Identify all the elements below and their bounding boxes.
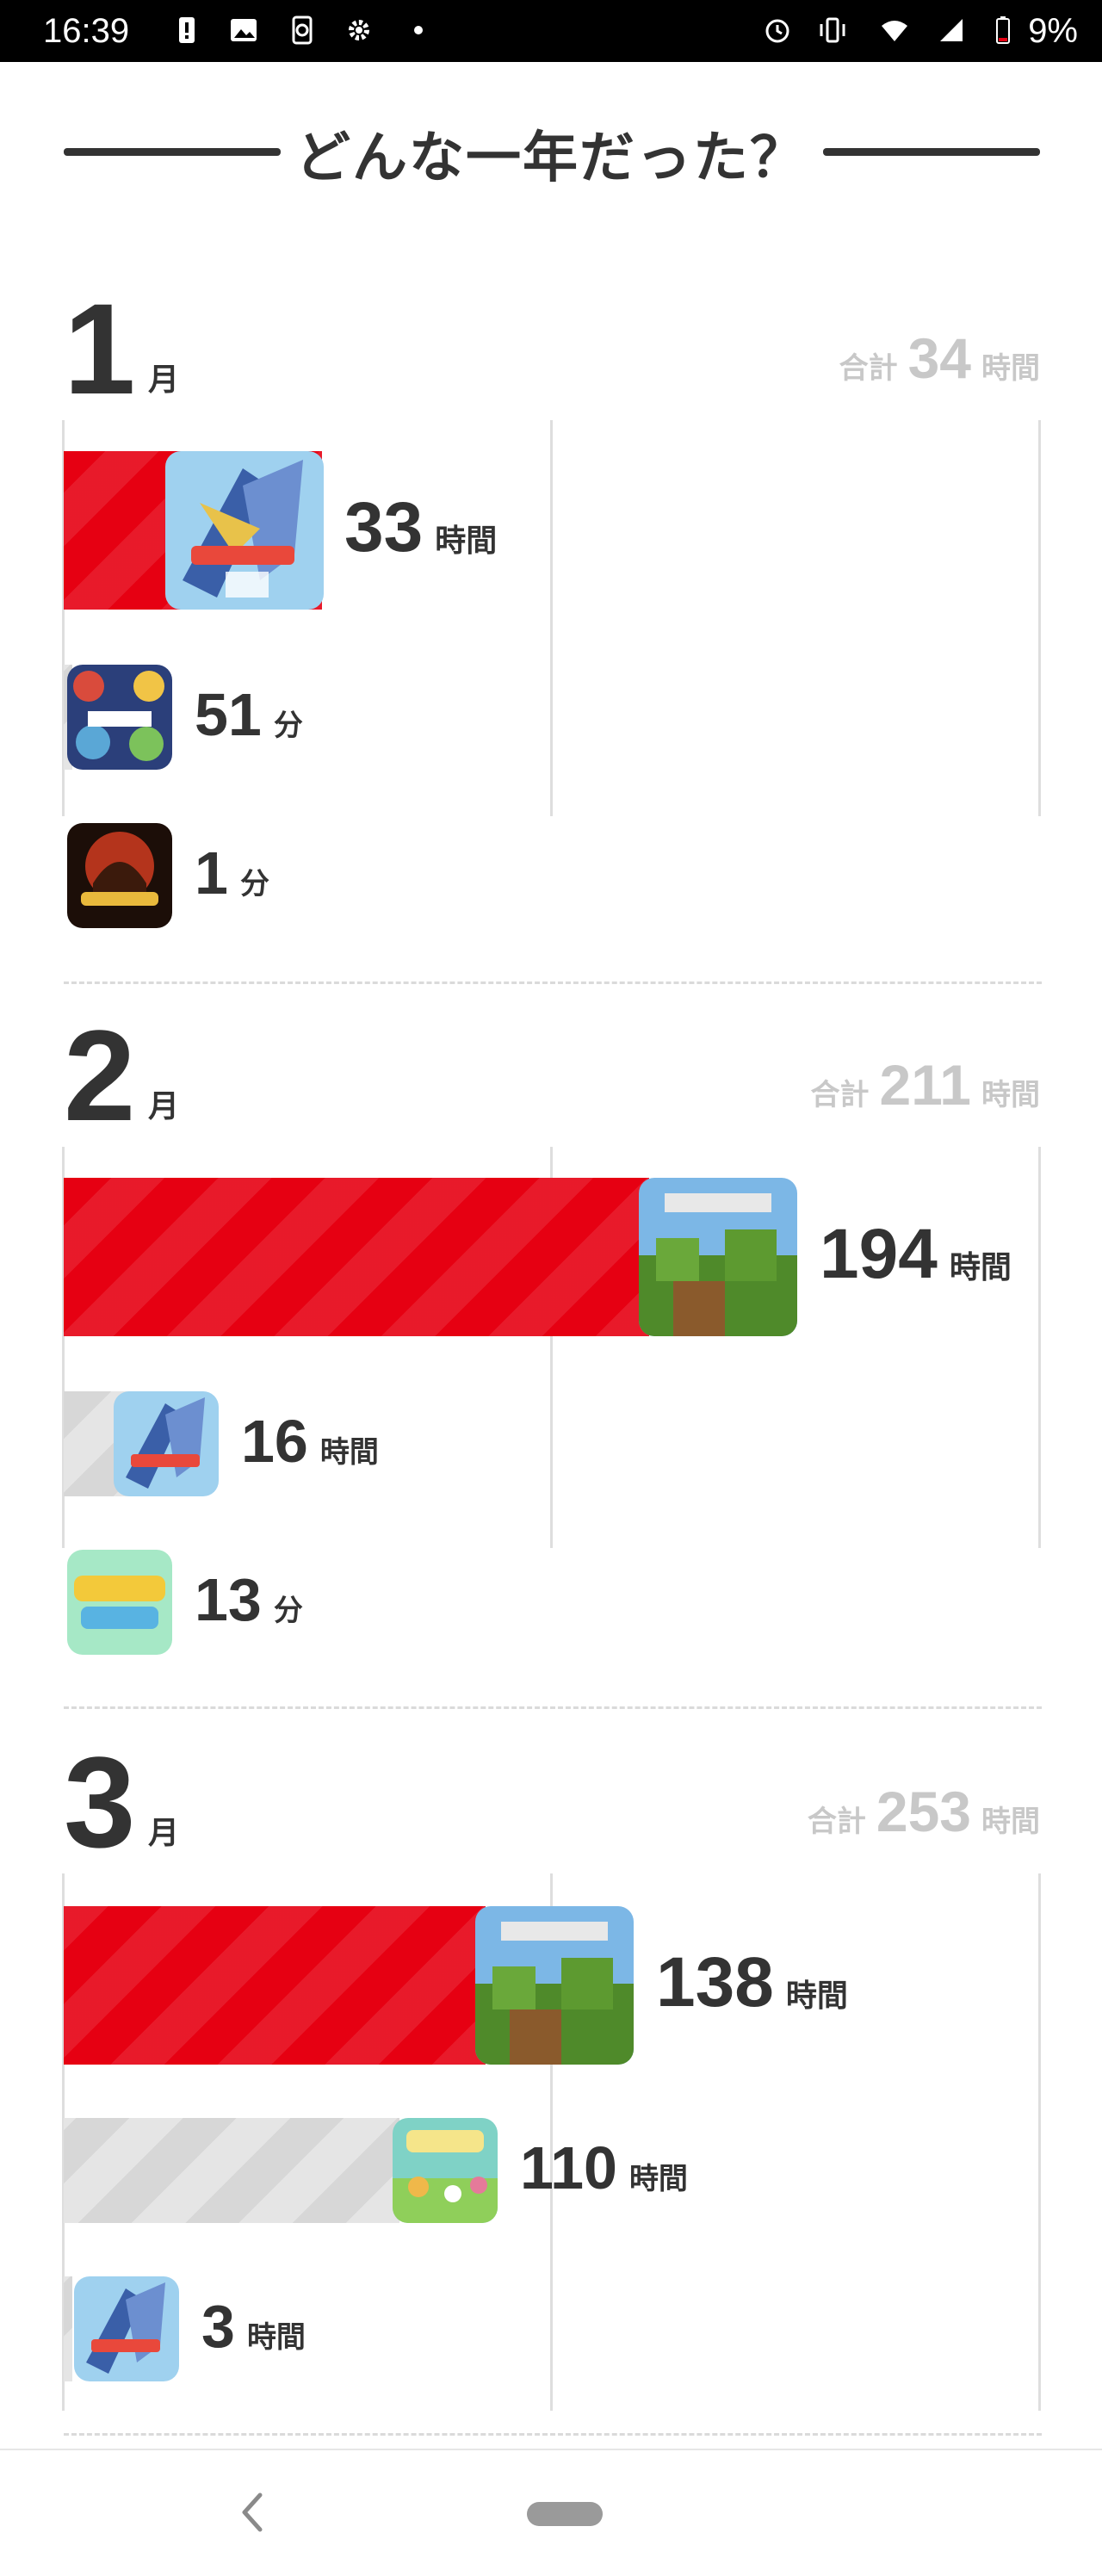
playtime-value: 13 分 bbox=[195, 1565, 303, 1634]
section-divider bbox=[64, 2433, 1042, 2436]
playtime-value: 1分 bbox=[195, 839, 269, 907]
playtime-value: 51 分 bbox=[195, 680, 303, 749]
total-unit: 時間 bbox=[981, 1805, 1040, 1839]
game-thumbnail-minecraft[interactable] bbox=[639, 1178, 797, 1336]
total-unit: 時間 bbox=[981, 351, 1040, 386]
pokemon-home-icon bbox=[67, 1550, 172, 1655]
winning-post-9-icon bbox=[67, 823, 172, 928]
playtime-unit: 分 bbox=[273, 709, 303, 743]
month-number: 2 bbox=[64, 1003, 136, 1148]
gear-icon bbox=[349, 20, 369, 40]
month-unit: 月 bbox=[148, 1089, 180, 1124]
playtime-unit: 分 bbox=[273, 1594, 303, 1628]
month-total: 合計 211 時間 bbox=[811, 1052, 1040, 1118]
grid-line bbox=[1038, 420, 1041, 816]
status-time: 16:39 bbox=[43, 12, 130, 50]
month-number: 3 bbox=[64, 1730, 136, 1874]
playtime-value: 194 時間 bbox=[820, 1214, 1012, 1295]
playtime-number: 51 bbox=[195, 681, 262, 748]
total-unit: 時間 bbox=[981, 1078, 1040, 1112]
alert-icon bbox=[179, 17, 195, 43]
playtime-unit: 時間 bbox=[246, 2320, 306, 2355]
playtime-bar bbox=[64, 1178, 649, 1336]
playtime-unit: 時間 bbox=[319, 1435, 379, 1470]
total-label: 合計 bbox=[810, 1078, 870, 1112]
playtime-bar bbox=[64, 2276, 72, 2381]
ar-icon bbox=[292, 15, 313, 45]
playtime-number: 3 bbox=[201, 2293, 235, 2360]
dot-icon bbox=[414, 26, 423, 34]
month-total: 合計 253 時間 bbox=[808, 1779, 1040, 1844]
playtime-value: 33 時間 bbox=[344, 487, 497, 568]
total-value: 211 bbox=[879, 1053, 971, 1117]
month-unit: 月 bbox=[148, 362, 180, 398]
playtime-number: 194 bbox=[820, 1215, 938, 1293]
pokemon-sword-icon bbox=[74, 2276, 179, 2381]
pokemon-sword-icon bbox=[114, 1391, 219, 1496]
vibrate-icon bbox=[820, 17, 845, 43]
section-divider bbox=[64, 1706, 1042, 1709]
signal-icon bbox=[940, 19, 963, 41]
grid-line bbox=[550, 420, 553, 816]
image-icon bbox=[231, 19, 257, 41]
playtime-value: 3 時間 bbox=[201, 2292, 306, 2361]
back-icon[interactable] bbox=[234, 2488, 269, 2536]
playtime-number: 13 bbox=[195, 1566, 262, 1633]
month-unit: 月 bbox=[148, 1816, 180, 1851]
playtime-bar bbox=[64, 2118, 399, 2223]
grid-line bbox=[1038, 1873, 1041, 2411]
playtime-number: 110 bbox=[520, 2134, 617, 2201]
system-nav-bar bbox=[0, 2449, 1102, 2576]
status-bar: 16:39 9% bbox=[0, 0, 1102, 62]
home-pill-icon[interactable] bbox=[527, 2502, 603, 2526]
playtime-unit: 分 bbox=[239, 867, 269, 901]
total-value: 253 bbox=[876, 1780, 971, 1843]
section-divider bbox=[64, 981, 1042, 984]
game-thumbnail-pokemon-sword[interactable] bbox=[165, 451, 324, 610]
playtime-bar bbox=[64, 1906, 486, 2065]
playtime-value: 16 時間 bbox=[241, 1407, 379, 1476]
pokemon-sword-icon bbox=[165, 451, 324, 610]
game-thumbnail-winning-post-9[interactable] bbox=[67, 823, 172, 928]
page-header: どんな一年だった？ bbox=[0, 62, 1102, 243]
header-rule-right bbox=[823, 148, 1040, 156]
playtime-unit: 時間 bbox=[435, 523, 498, 559]
game-thumbnail-minecraft[interactable] bbox=[475, 1906, 634, 2065]
game-thumbnail-animal-crossing[interactable] bbox=[393, 2118, 498, 2223]
playtime-number: 138 bbox=[656, 1943, 774, 2022]
game-thumbnail-pokemon-home[interactable] bbox=[67, 1550, 172, 1655]
month-number: 1 bbox=[64, 276, 136, 421]
playtime-value: 138 時間 bbox=[656, 1942, 848, 2023]
game-thumbnail-pokemon-sword[interactable] bbox=[114, 1391, 219, 1496]
animal-crossing-icon bbox=[393, 2118, 498, 2223]
playtime-number: 1 bbox=[195, 839, 228, 907]
playtime-value: 110 時間 bbox=[520, 2133, 688, 2202]
alarm-icon bbox=[765, 19, 789, 43]
playtime-number: 33 bbox=[344, 488, 424, 567]
playtime-number: 16 bbox=[241, 1408, 308, 1475]
total-value: 34 bbox=[907, 326, 971, 390]
grid-line bbox=[1038, 1147, 1041, 1548]
playtime-unit: 時間 bbox=[785, 1978, 848, 2014]
playtime-unit: 時間 bbox=[949, 1250, 1012, 1285]
total-label: 合計 bbox=[839, 351, 898, 386]
minecraft-icon bbox=[475, 1906, 634, 2065]
battery-percent: 9% bbox=[1028, 12, 1078, 50]
total-label: 合計 bbox=[807, 1805, 866, 1839]
month-total: 合計 34 時間 bbox=[839, 325, 1040, 391]
wifi-icon bbox=[882, 21, 907, 41]
battery-icon bbox=[996, 16, 1010, 44]
minecraft-icon bbox=[639, 1178, 797, 1336]
game-thumbnail-pokemon-sword[interactable] bbox=[74, 2276, 179, 2381]
game-thumbnail-smash-bros[interactable] bbox=[67, 665, 172, 770]
playtime-unit: 時間 bbox=[628, 2162, 688, 2196]
smash-bros-icon bbox=[67, 665, 172, 770]
